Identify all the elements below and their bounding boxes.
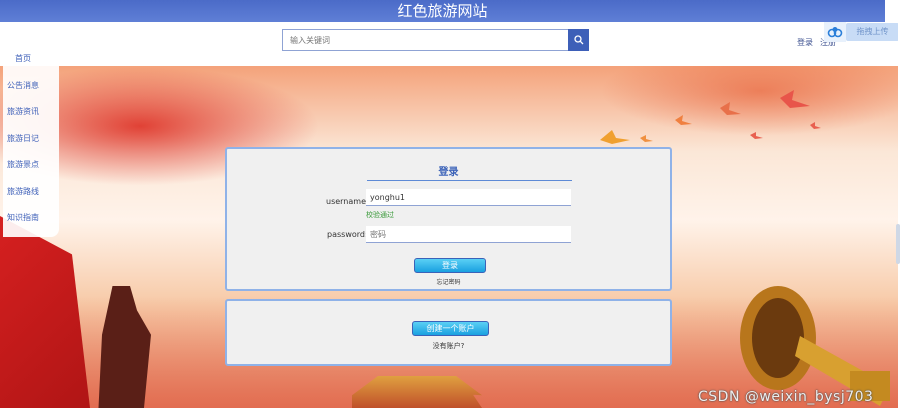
no-account-text: 没有账户? bbox=[432, 342, 465, 350]
sidebar-item-knowledge-guide[interactable]: 知识指南 bbox=[3, 211, 59, 238]
sidebar-item-travel-diary[interactable]: 旅游日记 bbox=[3, 132, 59, 159]
forgot-password-link[interactable]: 忘记密码 bbox=[227, 277, 670, 286]
register-card: 创建一个账户 没有账户? bbox=[225, 299, 672, 366]
sidebar-item-travel-news[interactable]: 旅游资讯 bbox=[3, 105, 59, 132]
login-submit-button[interactable]: 登录 bbox=[414, 258, 486, 273]
password-label: password: bbox=[327, 230, 368, 239]
sidebar-nav: 首页 公告消息 旅游资讯 旅游日记 旅游景点 旅游路线 知识指南 bbox=[3, 52, 59, 237]
sidebar-item-travel-routes[interactable]: 旅游路线 bbox=[3, 185, 59, 212]
search-bar bbox=[282, 29, 589, 51]
bottom-strip bbox=[0, 408, 917, 418]
red-flag-illustration bbox=[0, 216, 90, 408]
search-button[interactable] bbox=[568, 29, 589, 51]
sidebar-item-announcements[interactable]: 公告消息 bbox=[3, 79, 59, 106]
username-field[interactable] bbox=[366, 189, 571, 206]
sidebar-item-home[interactable]: 首页 bbox=[3, 52, 59, 79]
baidu-cloud-icon bbox=[827, 27, 843, 38]
create-account-button[interactable]: 创建一个账户 bbox=[412, 321, 489, 336]
search-input[interactable] bbox=[282, 29, 568, 51]
csdn-watermark: CSDN @weixin_bysj703 bbox=[698, 389, 874, 405]
scrollbar-thumb[interactable] bbox=[896, 224, 900, 264]
sidebar-item-scenic-spots[interactable]: 旅游景点 bbox=[3, 158, 59, 185]
search-icon bbox=[573, 35, 583, 45]
title-divider bbox=[367, 180, 572, 181]
login-link[interactable]: 登录 bbox=[797, 37, 813, 48]
password-field[interactable] bbox=[366, 226, 571, 243]
login-card: 登录 username: 校验通过 password: 登录 忘记密码 bbox=[225, 147, 672, 291]
site-title: 红色旅游网站 bbox=[0, 0, 885, 22]
drag-upload-button[interactable]: 拖拽上传 bbox=[846, 23, 899, 41]
login-title: 登录 bbox=[438, 167, 459, 178]
validation-message: 校验通过 bbox=[366, 211, 394, 219]
username-label: username: bbox=[326, 197, 369, 206]
page-right-gutter bbox=[898, 0, 917, 418]
drag-upload-widget[interactable]: 拖拽上传 bbox=[824, 22, 899, 42]
